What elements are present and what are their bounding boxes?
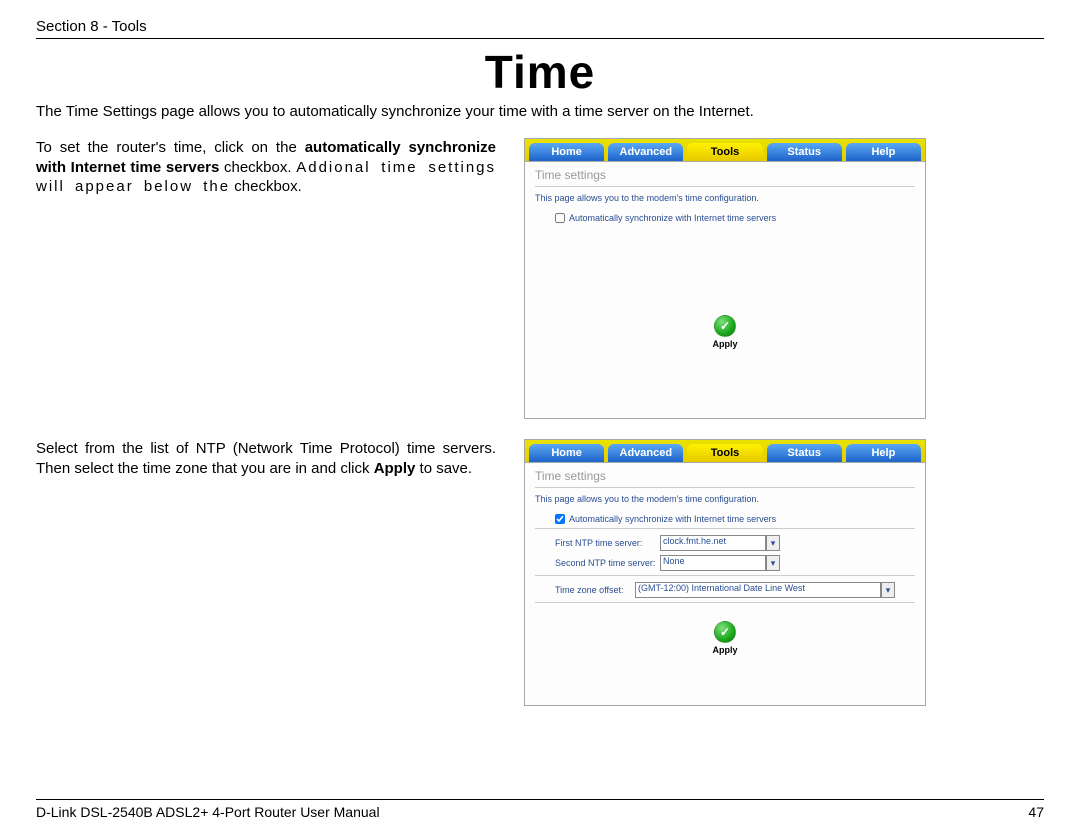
- screenshot-panel-1: Home Advanced Tools Status Help Time set…: [524, 138, 926, 419]
- apply-button[interactable]: Apply: [712, 645, 737, 655]
- instruction-paragraph-2: Select from the list of NTP (Network Tim…: [36, 439, 524, 478]
- panel-title: Time settings: [535, 469, 915, 483]
- screenshot-panel-2: Home Advanced Tools Status Help Time set…: [524, 439, 926, 706]
- second-ntp-label: Second NTP time server:: [555, 558, 660, 568]
- chevron-down-icon[interactable]: ▾: [881, 582, 895, 598]
- panel-title: Time settings: [535, 168, 915, 182]
- footer-page-number: 47: [1028, 804, 1044, 820]
- chevron-down-icon[interactable]: ▾: [766, 535, 780, 551]
- auto-sync-label: Automatically synchronize with Internet …: [569, 213, 776, 223]
- first-ntp-label: First NTP time server:: [555, 538, 660, 548]
- apply-icon[interactable]: ✓: [714, 621, 736, 643]
- tab-bar: Home Advanced Tools Status Help: [525, 440, 925, 463]
- tab-help[interactable]: Help: [846, 444, 921, 462]
- auto-sync-label: Automatically synchronize with Internet …: [569, 514, 776, 524]
- tab-home[interactable]: Home: [529, 143, 604, 161]
- tab-bar: Home Advanced Tools Status Help: [525, 139, 925, 162]
- intro-paragraph: The Time Settings page allows you to aut…: [36, 103, 1044, 120]
- tab-advanced[interactable]: Advanced: [608, 143, 683, 161]
- apply-button[interactable]: Apply: [712, 339, 737, 349]
- second-ntp-select[interactable]: None: [660, 555, 766, 571]
- apply-icon[interactable]: ✓: [714, 315, 736, 337]
- tab-status[interactable]: Status: [767, 444, 842, 462]
- tab-advanced[interactable]: Advanced: [608, 444, 683, 462]
- first-ntp-select[interactable]: clock.fmt.he.net: [660, 535, 766, 551]
- tab-tools[interactable]: Tools: [687, 143, 762, 161]
- timezone-label: Time zone offset:: [555, 585, 635, 595]
- footer-manual-name: D-Link DSL-2540B ADSL2+ 4-Port Router Us…: [36, 804, 380, 820]
- page-footer: D-Link DSL-2540B ADSL2+ 4-Port Router Us…: [36, 799, 1044, 820]
- auto-sync-checkbox[interactable]: [555, 514, 565, 524]
- section-header: Section 8 - Tools: [36, 18, 1044, 39]
- tab-help[interactable]: Help: [846, 143, 921, 161]
- tab-status[interactable]: Status: [767, 143, 842, 161]
- chevron-down-icon[interactable]: ▾: [766, 555, 780, 571]
- auto-sync-checkbox[interactable]: [555, 213, 565, 223]
- panel-desc: This page allows you to the modem's time…: [535, 494, 915, 504]
- page-title: Time: [36, 45, 1044, 99]
- tab-tools[interactable]: Tools: [687, 444, 762, 462]
- panel-desc: This page allows you to the modem's time…: [535, 193, 915, 203]
- timezone-select[interactable]: (GMT-12:00) International Date Line West: [635, 582, 881, 598]
- tab-home[interactable]: Home: [529, 444, 604, 462]
- instruction-paragraph-1: To set the router's time, click on the a…: [36, 138, 524, 197]
